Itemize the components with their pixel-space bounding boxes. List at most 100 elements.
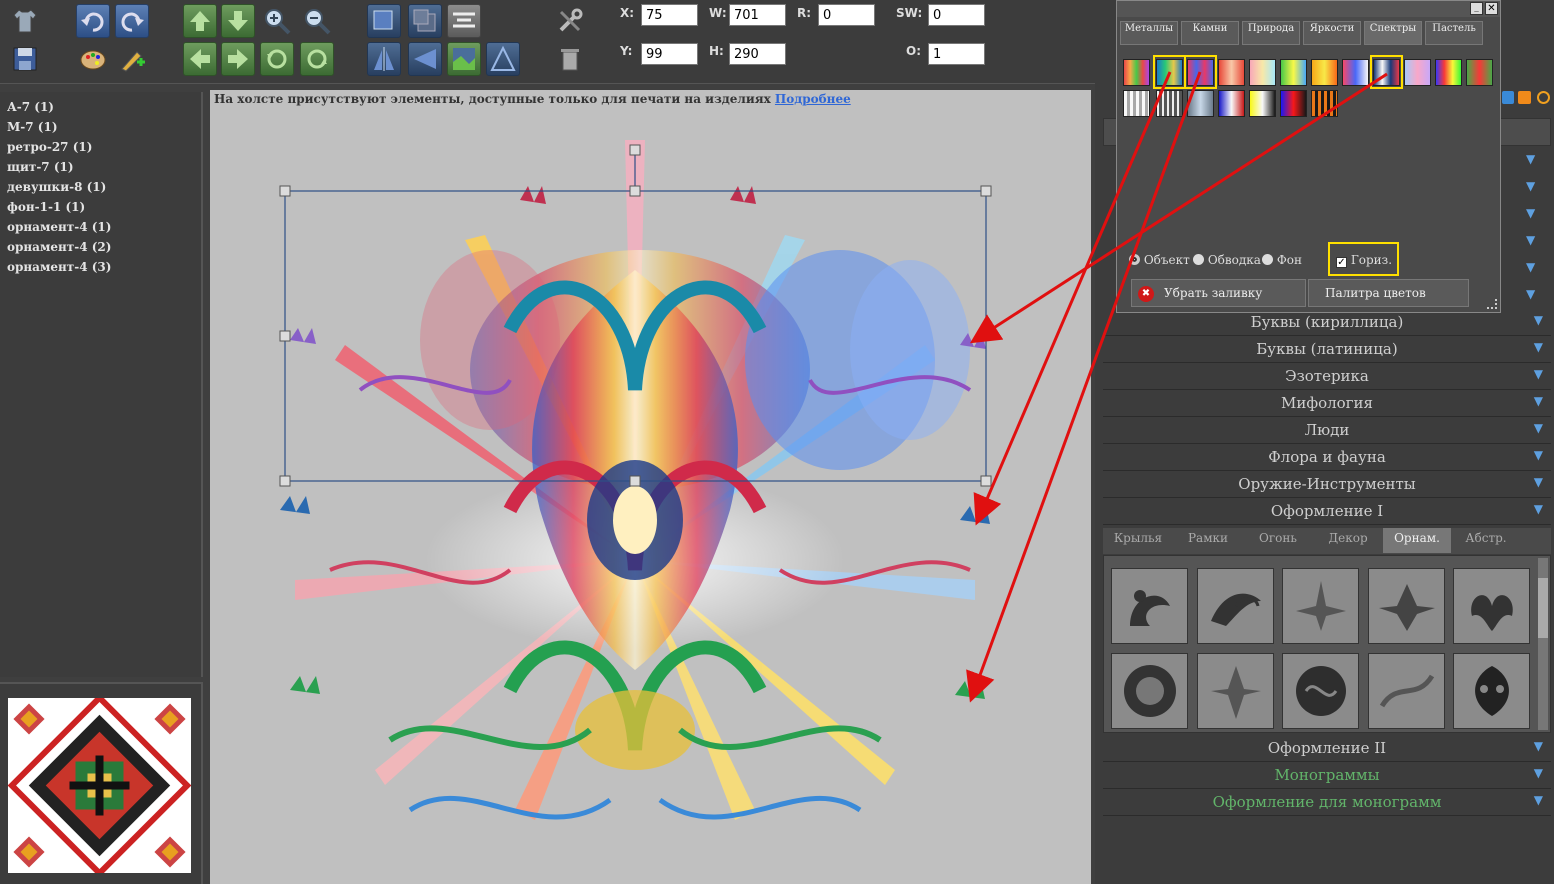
layer-item[interactable]: М-7 (1) [7,120,58,134]
gradient-swatch[interactable] [1123,59,1150,86]
tab-nature[interactable]: Природа [1242,21,1300,45]
scrollbar[interactable] [1538,558,1548,730]
social-icon[interactable] [1502,91,1514,104]
zoom-out-icon[interactable] [300,4,334,38]
rotate-ccw-icon[interactable] [260,42,294,76]
category-monograms[interactable]: Монограммы ▼ [1103,762,1551,789]
layer-item[interactable]: щит-7 (1) [7,160,74,174]
radio-background[interactable]: Фон [1262,253,1302,267]
clipart-thumb[interactable] [1111,653,1188,729]
category-mythology[interactable]: Мифология ▼ [1103,390,1551,417]
save-icon[interactable] [8,42,42,76]
trash-icon[interactable] [553,42,587,76]
tab-decor[interactable]: Декор [1313,528,1383,553]
gradient-swatch[interactable] [1249,90,1276,117]
scrollbar-thumb[interactable] [1538,578,1548,638]
bring-front-icon[interactable] [367,4,401,38]
category-design-2[interactable]: Оформление II ▼ [1103,735,1551,762]
flip-vertical-icon[interactable] [367,42,401,76]
sw-input[interactable] [928,4,985,26]
move-left-icon[interactable] [183,42,217,76]
radio-object[interactable]: Объект [1129,253,1190,267]
close-icon[interactable]: ✕ [1485,2,1498,15]
category-flora-fauna[interactable]: Флора и фауна ▼ [1103,444,1551,471]
chevron-down-icon[interactable]: ▼ [1526,206,1535,220]
undo-icon[interactable] [76,4,110,38]
gradient-swatch[interactable] [1187,90,1214,117]
tab-frames[interactable]: Рамки [1173,528,1243,553]
gradient-swatch[interactable] [1311,59,1338,86]
gradient-swatch[interactable] [1218,59,1245,86]
category-latin[interactable]: Буквы (латиница) ▼ [1103,336,1551,363]
minimize-icon[interactable]: _ [1470,2,1483,15]
remove-fill-button[interactable]: ✖ Убрать заливку [1131,279,1306,307]
image-effect-icon[interactable] [447,42,481,76]
layer-item[interactable]: А-7 (1) [7,100,54,114]
category-design-1[interactable]: Оформление I ▼ [1103,498,1551,525]
distort-icon[interactable] [486,42,520,76]
gradient-swatch[interactable] [1435,59,1462,86]
clipart-thumb[interactable] [1282,653,1359,729]
gradient-swatch[interactable] [1280,59,1307,86]
clipart-thumb[interactable] [1453,568,1530,644]
chevron-down-icon[interactable]: ▼ [1526,152,1535,166]
category-esoteric[interactable]: Эзотерика ▼ [1103,363,1551,390]
chevron-down-icon[interactable]: ▼ [1526,260,1535,274]
gradient-swatch[interactable] [1466,59,1493,86]
gradient-swatch[interactable] [1123,90,1150,117]
clipart-thumb[interactable] [1368,568,1445,644]
move-down-icon[interactable] [221,4,255,38]
popup-titlebar[interactable] [1117,1,1500,17]
category-cyrillic[interactable]: Буквы (кириллица) ▼ [1103,309,1551,336]
gradient-swatch[interactable] [1342,59,1369,86]
mail-icon[interactable] [1537,91,1550,104]
w-input[interactable] [729,4,786,26]
chevron-down-icon[interactable]: ▼ [1526,287,1535,301]
clipart-thumb[interactable] [1111,568,1188,644]
chevron-down-icon[interactable]: ▼ [1526,179,1535,193]
clipart-thumb[interactable] [1282,568,1359,644]
layer-item[interactable]: девушки-8 (1) [7,180,106,194]
tab-stones[interactable]: Камни [1181,21,1239,45]
odnoklassniki-icon[interactable] [1518,91,1531,104]
send-back-icon[interactable] [408,4,442,38]
add-image-icon[interactable] [115,42,149,76]
align-icon[interactable] [447,4,481,38]
tshirt-icon[interactable] [8,4,42,38]
tab-pastel[interactable]: Пастель [1425,21,1483,45]
r-input[interactable] [818,4,875,26]
color-palette-button[interactable]: Палитра цветов [1308,279,1469,307]
layer-item[interactable]: орнамент-4 (3) [7,260,111,274]
gradient-swatch[interactable] [1249,59,1276,86]
o-input[interactable] [928,43,985,65]
rotate-cw-icon[interactable] [300,42,334,76]
gradient-swatch[interactable] [1218,90,1245,117]
layer-item[interactable]: фон-1-1 (1) [7,200,85,214]
category-monogram-design[interactable]: Оформление для монограмм ▼ [1103,789,1551,816]
tab-wings[interactable]: Крылья [1103,528,1173,553]
tab-brightness[interactable]: Яркости [1303,21,1361,45]
tab-ornaments[interactable]: Орнам. [1383,528,1451,553]
gradient-swatch[interactable] [1156,90,1183,117]
gradient-swatch[interactable] [1311,90,1338,117]
flip-horizontal-icon[interactable] [408,42,442,76]
tab-spectra[interactable]: Спектры [1364,21,1422,45]
move-up-icon[interactable] [183,4,217,38]
h-input[interactable] [729,43,786,65]
horizontal-checkbox[interactable]: ✓ Гориз. [1336,253,1392,268]
layer-item[interactable]: орнамент-4 (2) [7,240,111,254]
y-input[interactable] [641,43,698,65]
layer-item[interactable]: ретро-27 (1) [7,140,92,154]
design-canvas[interactable]: На холсте присутствуют элементы, доступн… [210,90,1091,884]
layer-item[interactable]: орнамент-4 (1) [7,220,111,234]
redo-icon[interactable] [115,4,149,38]
tab-fire[interactable]: Огонь [1243,528,1313,553]
category-weapons-tools[interactable]: Оружие-Инструменты ▼ [1103,471,1551,498]
resize-grip-icon[interactable] [1487,299,1497,309]
tools-icon[interactable] [553,4,587,38]
palette-icon[interactable] [76,42,110,76]
ornament-artwork[interactable] [210,90,1091,884]
x-input[interactable] [641,4,698,26]
clipart-thumb[interactable] [1368,653,1445,729]
zoom-in-icon[interactable] [260,4,294,38]
